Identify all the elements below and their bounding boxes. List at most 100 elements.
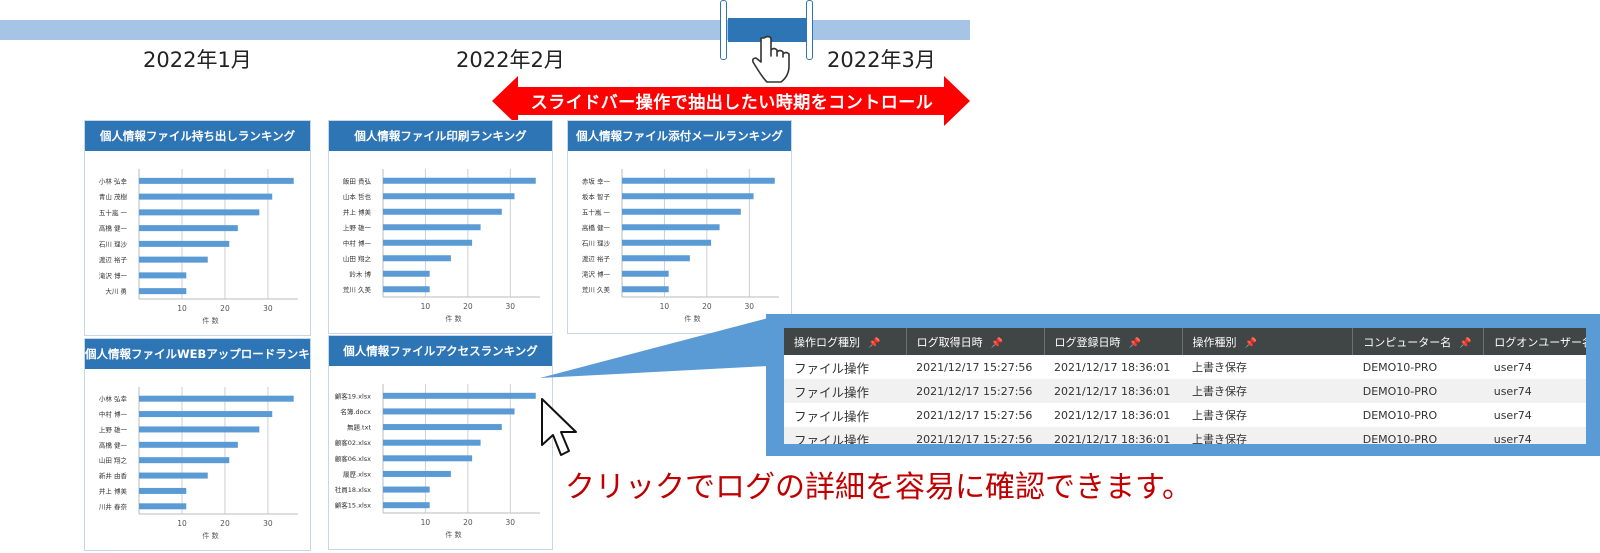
month-label-jan: 2022年1月 <box>143 48 252 72</box>
category-label: 青山 茂樹 <box>99 192 128 201</box>
category-label: 上野 雄一 <box>99 425 128 434</box>
bar <box>383 439 481 446</box>
x-tick-label: 20 <box>702 302 712 311</box>
x-tick-label: 20 <box>463 302 473 311</box>
panel-title: 個人情報ファイル印刷ランキング <box>329 121 552 151</box>
bar <box>383 239 473 246</box>
column-header-registered-at[interactable]: ログ登録日時 📌 <box>1044 328 1183 355</box>
bar <box>139 441 238 448</box>
bar <box>383 208 502 215</box>
range-start-handle[interactable] <box>720 0 727 60</box>
x-axis-title: 件 数 <box>202 316 218 325</box>
column-header-acquired-at[interactable]: ログ取得日時 📌 <box>906 328 1045 355</box>
log-table-viewport[interactable]: 操作ログ種別 📌 ログ取得日時 📌 ログ登録日時 📌 操作種別 📌 コンピューター名 📌 … <box>784 328 1586 444</box>
category-label: 荒川 久美 <box>582 285 611 294</box>
pin-icon[interactable]: 📌 <box>868 338 880 349</box>
category-label: 名簿.docx <box>340 407 371 416</box>
bar <box>383 502 430 509</box>
pin-icon[interactable]: 📌 <box>1459 338 1471 349</box>
bar <box>383 270 430 277</box>
log-detail-frame: 操作ログ種別 📌 ログ取得日時 📌 ログ登録日時 📌 操作種別 📌 コンピューター名 📌 … <box>766 314 1600 456</box>
panel-title: 個人情報ファイルアクセスランキング <box>329 336 552 366</box>
x-axis-title: 件 数 <box>445 314 461 323</box>
bar <box>139 503 187 510</box>
bar <box>139 240 230 247</box>
category-label: 中村 博一 <box>99 410 128 419</box>
bar <box>139 209 260 216</box>
category-label: 小林 弘幸 <box>99 394 128 403</box>
category-label: 石川 理沙 <box>582 239 611 247</box>
category-label: 井上 博美 <box>343 207 372 216</box>
category-label: 五十嵐 一 <box>582 207 611 216</box>
x-tick-label: 10 <box>660 302 670 311</box>
range-end-handle[interactable] <box>806 0 813 60</box>
bar <box>383 408 515 415</box>
ranking-chart[interactable]: 10 20 30 顧客19.xlsx 名簿.docx 無題.txt 顧客02.xlsx 顧客0… <box>329 366 552 549</box>
category-label: 履歴.xlsx <box>343 470 371 478</box>
ranking-chart[interactable]: 10 20 30 赤坂 幸一坂本 智子五十嵐 一高橋 健一石川 理沙渡辺 裕子滝沢 博… <box>568 151 791 333</box>
category-label: 高橋 健一 <box>99 224 128 233</box>
category-label: 石川 理沙 <box>99 240 128 248</box>
table-row[interactable]: ファイル操作 2021/12/17 15:27:56 2021/12/17 18… <box>784 355 1586 379</box>
pin-icon[interactable]: 📌 <box>1129 338 1141 349</box>
x-tick-label: 30 <box>745 302 755 311</box>
category-label: 顧客19.xlsx <box>335 391 371 400</box>
x-tick-label: 10 <box>421 518 431 527</box>
category-label: 顧客15.xlsx <box>335 501 371 510</box>
category-label: 上野 雄一 <box>343 223 372 232</box>
panel-title: 個人情報ファイル持ち出しランキング <box>85 121 310 151</box>
category-label: 山田 翔之 <box>99 456 128 465</box>
bar <box>383 455 473 462</box>
x-tick-label: 20 <box>463 518 473 527</box>
column-header-logon-user[interactable]: ログオンユーザー名 <box>1483 328 1586 355</box>
bar <box>622 177 775 184</box>
category-label: 高橋 健一 <box>582 223 611 232</box>
timeline-track[interactable] <box>0 20 970 40</box>
category-label: 滝沢 博一 <box>582 269 611 278</box>
ranking-panel-access[interactable]: 個人情報ファイルアクセスランキング 10 20 30 顧客19.xlsx 名簿.docx… <box>328 335 553 550</box>
table-row[interactable]: ファイル操作 2021/12/17 15:27:56 2021/12/17 18… <box>784 379 1586 403</box>
category-label: 荒川 久美 <box>343 285 372 294</box>
month-label-mar: 2022年3月 <box>827 48 936 72</box>
mouse-cursor-icon <box>541 398 577 456</box>
ranking-chart[interactable]: 10 20 30 小林 弘幸中村 博一上野 雄一高橋 健一山田 翔之新井 由香井上 博… <box>85 369 310 550</box>
table-row[interactable]: ファイル操作 2021/12/17 15:27:56 2021/12/17 18… <box>784 427 1586 444</box>
x-tick-label: 20 <box>220 519 230 528</box>
bar <box>139 395 294 402</box>
table-row[interactable]: ファイル操作 2021/12/17 15:27:56 2021/12/17 18… <box>784 403 1586 427</box>
ranking-chart[interactable]: 10 20 30 小林 弘幸青山 茂樹五十嵐 一高橋 健一石川 理沙渡辺 裕子滝沢 博… <box>85 151 310 335</box>
column-header-computer-name[interactable]: コンピューター名 📌 <box>1352 328 1485 355</box>
x-tick-label: 30 <box>506 518 516 527</box>
category-label: 滝沢 博一 <box>99 271 128 280</box>
bar <box>139 472 208 479</box>
bar <box>139 225 238 232</box>
category-label: 山田 翔之 <box>343 254 372 263</box>
ranking-panel-web-upload[interactable]: 個人情報ファイルWEBアップロードランキング 10 20 30 小林 弘幸 中村 博一上… <box>84 338 311 551</box>
pin-icon[interactable]: 📌 <box>991 338 1003 349</box>
bar <box>383 224 481 231</box>
panel-title: 個人情報ファイル添付メールランキング <box>568 121 791 151</box>
category-label: 井上 博美 <box>99 486 128 495</box>
x-tick-label: 20 <box>220 304 230 313</box>
ranking-panel-email[interactable]: 個人情報ファイル添付メールランキング 10 20 30 赤坂 幸一 坂本 智子 五十嵐 一… <box>567 120 792 334</box>
ranking-panel-print[interactable]: 個人情報ファイル印刷ランキング 10 20 30 飯田 貴弘 山本 哲也 井上 博美 上野 … <box>328 120 553 334</box>
bar <box>383 470 451 477</box>
bar <box>383 193 515 200</box>
category-label: 小林 弘幸 <box>99 176 128 185</box>
ranking-chart[interactable]: 10 20 30 飯田 貴弘山本 哲也井上 博美上野 雄一中村 博一山田 翔之鈴木 博… <box>329 151 552 333</box>
pin-icon[interactable]: 📌 <box>1245 338 1257 349</box>
bar <box>139 272 187 279</box>
category-label: 川井 春奈 <box>99 502 128 511</box>
x-axis-title: 件 数 <box>445 530 461 539</box>
x-tick-label: 10 <box>421 302 431 311</box>
ranking-panel-takeout[interactable]: 個人情報ファイル持ち出しランキング 10 20 30 小林 弘幸 青山 茂樹 五十嵐 一高… <box>84 120 311 336</box>
bar <box>622 239 712 246</box>
column-header-operation-type[interactable]: 操作種別 📌 <box>1182 328 1354 355</box>
log-table: 操作ログ種別 📌 ログ取得日時 📌 ログ登録日時 📌 操作種別 📌 コンピューター名 📌 … <box>784 328 1586 444</box>
category-label: 新井 由香 <box>99 471 128 480</box>
panel-title: 個人情報ファイルWEBアップロードランキング <box>85 339 310 369</box>
bar <box>383 486 430 493</box>
category-label: 中村 博一 <box>343 238 372 247</box>
x-tick-label: 30 <box>263 304 273 313</box>
column-header-log-type[interactable]: 操作ログ種別 📌 <box>784 328 907 355</box>
